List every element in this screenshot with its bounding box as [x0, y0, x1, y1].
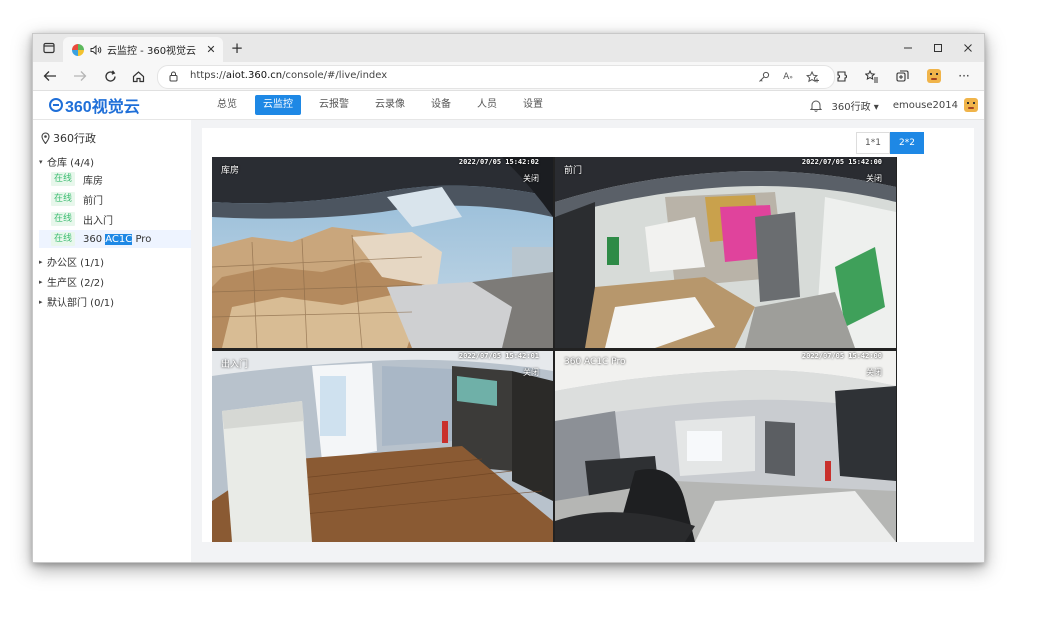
tree-device-ac1c-pro[interactable]: 在线 360 AC1C Pro — [39, 230, 191, 248]
app-header: 360视觉云 总览 云监控 云报警 云录像 设备 人员 设置 360行政 ▾ e… — [33, 91, 984, 120]
site-favicon-icon — [72, 43, 84, 56]
key-icon[interactable] — [756, 69, 772, 85]
live-panel: 1*1 2*2 库房 2022/07/05 15:42:02 关闭 前门 202… — [202, 128, 974, 542]
url-field[interactable]: https://aiot.360.cn/console/#/live/index… — [157, 65, 835, 89]
camera-label: 库房 — [221, 166, 240, 176]
org-selector[interactable]: 360行政 ▾ — [832, 98, 879, 113]
read-aloud-icon[interactable]: A» — [780, 69, 796, 85]
camera-tile-storeroom[interactable]: 库房 2022/07/05 15:42:02 关闭 — [212, 157, 553, 348]
logo-mark-icon — [49, 98, 63, 112]
close-feed-button[interactable]: 关闭 — [523, 173, 539, 184]
status-badge: 在线 — [51, 232, 75, 246]
maximize-icon[interactable] — [923, 34, 953, 62]
lock-icon[interactable] — [169, 71, 178, 85]
address-bar: https://aiot.360.cn/console/#/live/index… — [33, 62, 984, 91]
main-content: 1*1 2*2 库房 2022/07/05 15:42:02 关闭 前门 202… — [191, 120, 984, 562]
nav-cloud-recording[interactable]: 云录像 — [367, 95, 413, 115]
logo[interactable]: 360视觉云 — [49, 95, 140, 116]
caret-right-icon: ▸ — [39, 257, 43, 266]
nav-devices[interactable]: 设备 — [423, 95, 459, 115]
bell-icon[interactable] — [809, 99, 822, 112]
tab-title: 云监控 - 360视觉云 — [107, 46, 197, 57]
reload-icon[interactable] — [99, 66, 121, 86]
camera-tile-entrance[interactable]: 出入门 2022/07/05 15:42:01 关闭 — [212, 351, 553, 542]
tree-device-entrance[interactable]: 在线 出入门 — [39, 210, 191, 228]
back-icon[interactable] — [39, 66, 61, 86]
close-tab-icon[interactable]: ✕ — [203, 43, 219, 56]
layout-toggle: 1*1 2*2 — [856, 132, 924, 154]
tree-root[interactable]: 360行政 — [41, 130, 96, 146]
username[interactable]: emouse2014 — [893, 100, 958, 111]
status-badge: 在线 — [51, 172, 75, 186]
camera-timestamp: 2022/07/05 15:42:02 — [458, 158, 539, 166]
forward-icon[interactable] — [69, 66, 91, 86]
tree-group-default[interactable]: ▸ 默认部门 (0/1) — [39, 294, 114, 310]
speaker-icon[interactable] — [90, 44, 102, 55]
camera-feed-front-door — [555, 157, 896, 348]
collections-icon[interactable] — [891, 66, 913, 86]
browser-window: 云监控 - 360视觉云 ✕ + https://aiot.360.cn/con… — [32, 33, 985, 563]
main-nav: 总览 云监控 云报警 云录像 设备 人员 设置 — [209, 95, 561, 115]
new-tab-icon[interactable]: + — [227, 38, 247, 58]
device-tree: 360行政 ▾ 仓库 (4/4) 在线 库房 在线 前门 在线 出入门 在线 3… — [33, 120, 192, 562]
tab-actions-icon[interactable] — [37, 38, 61, 58]
caret-right-icon: ▸ — [39, 297, 43, 306]
camera-label: 出入门 — [221, 360, 249, 370]
camera-feed-ac1c-pro — [555, 351, 896, 542]
status-badge: 在线 — [51, 192, 75, 206]
camera-timestamp: 2022/07/05 15:42:00 — [801, 352, 882, 360]
camera-feed-storeroom — [212, 157, 553, 348]
camera-feed-entrance — [212, 351, 553, 542]
browser-tab[interactable]: 云监控 - 360视觉云 ✕ — [63, 37, 223, 62]
home-icon[interactable] — [127, 66, 149, 86]
camera-tile-ac1c-pro[interactable]: 360 AC1C Pro 2022/07/05 15:42:00 关闭 — [555, 351, 896, 542]
tree-group-production[interactable]: ▸ 生产区 (2/2) — [39, 274, 104, 290]
user-avatar-icon[interactable] — [964, 98, 978, 112]
nav-cloud-monitor[interactable]: 云监控 — [255, 95, 301, 115]
camera-label: 前门 — [564, 166, 583, 176]
close-feed-button[interactable]: 关闭 — [866, 367, 882, 378]
close-window-icon[interactable] — [953, 34, 983, 62]
nav-people[interactable]: 人员 — [469, 95, 505, 115]
close-feed-button[interactable]: 关闭 — [866, 173, 882, 184]
tree-group-warehouse[interactable]: ▾ 仓库 (4/4) — [39, 154, 94, 170]
nav-cloud-alarm[interactable]: 云报警 — [311, 95, 357, 115]
location-pin-icon — [41, 132, 50, 144]
tree-device-front-door[interactable]: 在线 前门 — [39, 190, 191, 208]
camera-tile-front-door[interactable]: 前门 2022/07/05 15:42:00 关闭 — [555, 157, 896, 348]
nav-overview[interactable]: 总览 — [209, 95, 245, 115]
camera-grid: 库房 2022/07/05 15:42:02 关闭 前门 2022/07/05 … — [212, 157, 897, 542]
url-text: https://aiot.360.cn/console/#/live/index — [190, 70, 388, 81]
tree-device-storeroom[interactable]: 在线 库房 — [39, 170, 191, 188]
camera-timestamp: 2022/07/05 15:42:00 — [801, 158, 882, 166]
profile-avatar-icon[interactable] — [923, 66, 945, 86]
caret-down-icon: ▾ — [39, 157, 43, 166]
nav-settings[interactable]: 设置 — [515, 95, 551, 115]
camera-label: 360 AC1C Pro — [564, 357, 626, 367]
header-right: 360行政 ▾ emouse2014 — [809, 95, 978, 115]
layout-1x1-button[interactable]: 1*1 — [856, 132, 890, 154]
camera-timestamp: 2022/07/05 15:42:01 — [458, 352, 539, 360]
close-feed-button[interactable]: 关闭 — [523, 367, 539, 378]
tree-group-office[interactable]: ▸ 办公区 (1/1) — [39, 254, 104, 270]
minimize-icon[interactable] — [893, 34, 923, 62]
tab-bar: 云监控 - 360视觉云 ✕ + — [33, 34, 984, 62]
status-badge: 在线 — [51, 212, 75, 226]
layout-2x2-button[interactable]: 2*2 — [890, 132, 924, 154]
extension-icon[interactable] — [831, 66, 853, 86]
caret-right-icon: ▸ — [39, 277, 43, 286]
favorites-icon[interactable] — [861, 66, 883, 86]
more-options-icon[interactable]: ··· — [953, 66, 975, 86]
favorite-add-icon[interactable] — [804, 69, 820, 85]
